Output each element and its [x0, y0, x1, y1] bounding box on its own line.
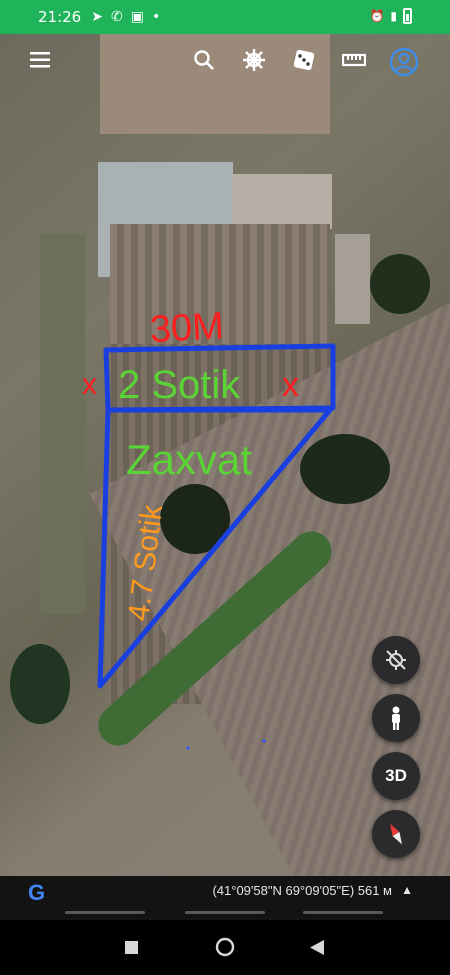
home-icon [215, 937, 235, 957]
recents-button[interactable] [125, 941, 138, 959]
dot-icon: • [151, 9, 161, 25]
annotation-side-label: 4.7 Sotik [122, 502, 169, 623]
handle-center [185, 911, 265, 914]
alarm-icon: ⏰ [369, 9, 385, 23]
dice-icon[interactable] [288, 44, 320, 76]
handle-left [65, 911, 145, 914]
pegman-button[interactable] [372, 694, 420, 742]
location-off-icon [386, 650, 406, 670]
compass-button[interactable] [372, 810, 420, 858]
back-button[interactable] [310, 940, 324, 960]
recents-icon [125, 941, 138, 954]
pegman-icon [392, 706, 400, 730]
signal-icon: ▮ [390, 9, 397, 23]
annotation-plot-label: 2 Sotik [118, 363, 241, 407]
account-icon[interactable] [388, 46, 420, 78]
system-icons: ⏰ ▮ [369, 8, 412, 24]
status-bar: 21:26 ➤ ✆ ▣ • ⏰ ▮ [0, 0, 450, 34]
annotation-overlay: 30M x 2 Sotik x Zaxvat 4.7 Sotik [82, 305, 336, 750]
telegram-icon: ➤ [91, 9, 103, 25]
coordinates-readout: (41°09'58"N 69°09'05"E) 561 м [212, 883, 392, 898]
battery-icon [403, 8, 412, 24]
notification-icons: ➤ ✆ ▣ • [91, 9, 160, 25]
image-icon: ▣ [130, 9, 144, 25]
annotation-zaxvat-label: Zaxvat [126, 436, 252, 483]
google-logo: G [28, 880, 46, 905]
menu-icon[interactable] [25, 44, 57, 76]
annotation-mark-left: x [82, 368, 97, 401]
map-dot [186, 746, 190, 750]
annotation-mark-right: x [282, 366, 299, 404]
search-icon[interactable] [188, 44, 220, 76]
map-dot [262, 739, 266, 743]
page-handles [0, 906, 450, 920]
home-button[interactable] [215, 937, 235, 962]
phone-icon: ✆ [110, 9, 123, 25]
system-navigation-bar [0, 920, 450, 975]
ruler-icon[interactable] [338, 44, 370, 76]
back-icon [310, 940, 324, 955]
voyager-wheel-icon[interactable] [238, 44, 270, 76]
clock: 21:26 [38, 8, 82, 26]
handle-right [303, 911, 383, 914]
compass-icon [390, 823, 402, 845]
annotation-width-label: 30M [149, 305, 225, 351]
my-location-button[interactable] [372, 636, 420, 684]
map-info-bar: G (41°09'58"N 69°09'05"E) 561 м ▲ [0, 876, 450, 906]
satellite-map[interactable]: 30M x 2 Sotik x Zaxvat 4.7 Sotik 3D [0, 34, 450, 876]
expand-caret-icon[interactable]: ▲ [401, 883, 413, 897]
3d-toggle-button[interactable]: 3D [372, 752, 420, 800]
